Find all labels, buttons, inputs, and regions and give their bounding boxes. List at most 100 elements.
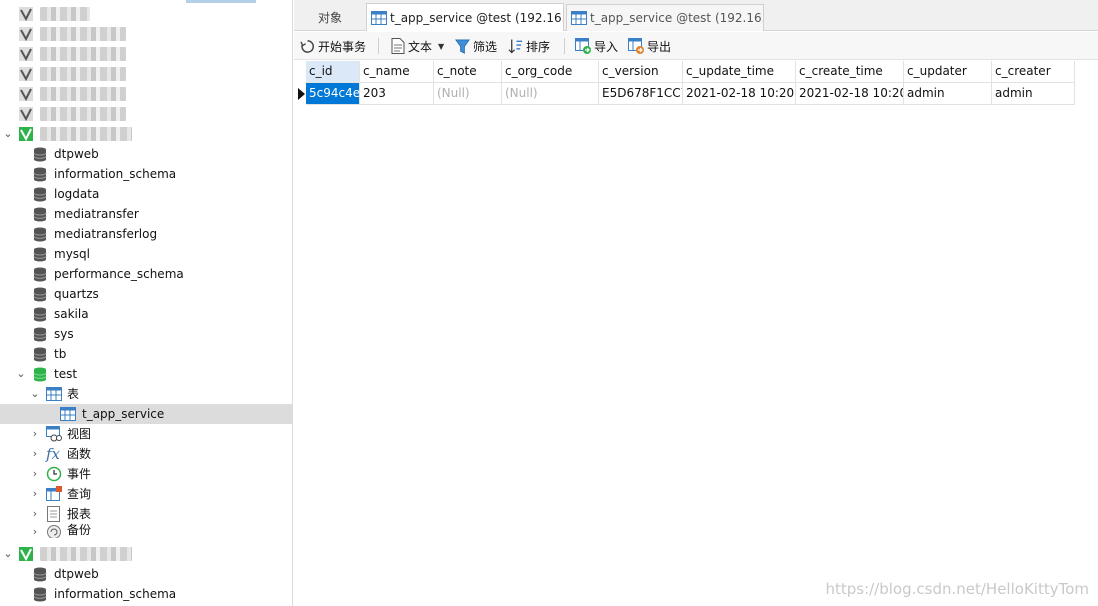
export-icon	[628, 38, 644, 54]
column-header[interactable]: c_id	[306, 61, 360, 83]
column-header[interactable]: c_name	[360, 61, 434, 83]
tree-folder-views[interactable]: › 视图	[0, 424, 292, 444]
tree-folder-backups[interactable]: › 备份	[0, 522, 292, 538]
tree-item-database[interactable]: sys	[0, 324, 292, 344]
table-group-icon	[46, 387, 62, 401]
chevron-down-icon[interactable]: ⌄	[2, 548, 14, 560]
tab-objects[interactable]: 对象	[294, 4, 366, 31]
chevron-right-icon[interactable]: ›	[29, 428, 41, 440]
tree-folder-label: 查询	[67, 487, 92, 501]
mysql-connection-icon	[19, 87, 33, 102]
export-button[interactable]: 导出	[628, 36, 671, 56]
database-label: information_schema	[54, 587, 177, 601]
database-icon	[33, 327, 47, 342]
grid-cell[interactable]: 2021-02-18 10:20:5	[683, 83, 796, 105]
tree-item-database[interactable]: information_schema	[0, 584, 292, 604]
tree-folder-functions[interactable]: › fx 函数	[0, 444, 292, 464]
navicat-window: ⌄ dtpweb information_schema logdata mediatr…	[0, 0, 1098, 606]
tree-item-database[interactable]: quartzs	[0, 284, 292, 304]
tree-folder-label: 函数	[67, 447, 92, 461]
column-header[interactable]: c_org_code	[502, 61, 599, 83]
tree-item-database[interactable]: information_schema	[0, 164, 292, 184]
tree-folder-reports[interactable]: › 报表	[0, 504, 292, 524]
column-header[interactable]: c_create_time	[796, 61, 904, 83]
tree-folder-queries[interactable]: › 查询	[0, 484, 292, 504]
chevron-right-icon[interactable]: ›	[29, 508, 41, 520]
column-header[interactable]: c_version	[599, 61, 683, 83]
chevron-down-icon[interactable]: ⌄	[29, 388, 41, 400]
database-icon	[33, 587, 47, 602]
tree-item-database[interactable]: ⌄ test	[0, 364, 292, 384]
tree-folder-tables[interactable]: ⌄ 表	[0, 384, 292, 404]
column-header[interactable]: c_update_time	[683, 61, 796, 83]
blurred-connection-name	[40, 47, 126, 61]
blurred-connection-name	[40, 7, 90, 21]
tab-table-inactive[interactable]: t_app_service @test (192.16...	[566, 4, 764, 31]
grid-cell[interactable]: 2021-02-18 10:20:	[796, 83, 904, 105]
connection-item[interactable]	[0, 64, 292, 84]
grid-cell[interactable]: admin	[904, 83, 992, 105]
chevron-right-icon[interactable]: ›	[29, 448, 41, 460]
import-button[interactable]: 导入	[575, 36, 618, 56]
tab-table-active[interactable]: t_app_service @test (192.16...	[366, 3, 564, 31]
toolbar-label: 排序	[526, 39, 551, 54]
tree-folder-events[interactable]: › 事件	[0, 464, 292, 484]
filter-button[interactable]: 筛选	[455, 36, 497, 56]
blurred-connection-name	[40, 67, 126, 81]
tree-item-database[interactable]: tb	[0, 344, 292, 364]
mysql-connection-icon	[19, 7, 33, 22]
tree-item-database[interactable]: dtpweb	[0, 144, 292, 164]
tree-folder-label: 备份	[67, 523, 92, 537]
tree-item-database[interactable]: mysql	[0, 244, 292, 264]
connection-item[interactable]	[0, 24, 292, 44]
blurred-connection-name	[40, 87, 126, 101]
grid-cell[interactable]: 203	[360, 83, 434, 105]
connection-item-expanded[interactable]: ⌄	[0, 124, 292, 144]
tree-item-table-t-app-service[interactable]: t_app_service	[0, 404, 292, 424]
mysql-connection-icon	[19, 47, 33, 62]
begin-transaction-button[interactable]: 开始事务	[300, 36, 366, 56]
toolbar-label: 导入	[594, 39, 619, 54]
grid-cell[interactable]: (Null)	[502, 83, 599, 105]
tree-table-label: t_app_service	[82, 407, 165, 421]
database-icon	[33, 227, 47, 242]
document-icon	[391, 38, 405, 54]
chevron-down-icon[interactable]: ⌄	[15, 368, 27, 380]
connection-tree[interactable]: ⌄ dtpweb information_schema logdata mediatr…	[0, 0, 293, 606]
function-icon: fx	[46, 445, 61, 463]
caret-down-icon[interactable]: ▼	[438, 42, 444, 51]
table-icon	[371, 10, 387, 25]
connection-item[interactable]	[0, 104, 292, 124]
tree-item-database[interactable]: performance_schema	[0, 264, 292, 284]
database-icon	[33, 267, 47, 282]
column-header[interactable]: c_updater	[904, 61, 992, 83]
grid-cell[interactable]: (Null)	[434, 83, 502, 105]
chevron-right-icon[interactable]: ›	[29, 468, 41, 480]
tree-item-database[interactable]: dtpweb	[0, 564, 292, 584]
blurred-connection-name	[40, 107, 126, 121]
chevron-right-icon[interactable]: ›	[29, 526, 41, 538]
tree-item-database[interactable]: logdata	[0, 184, 292, 204]
chevron-down-icon[interactable]: ⌄	[2, 128, 14, 140]
toolbar-label: 导出	[647, 39, 672, 54]
grid-cell[interactable]: 5c94c4ee	[306, 83, 360, 105]
text-view-button[interactable]: 文本 ▼	[391, 36, 444, 56]
database-icon	[33, 367, 47, 382]
tree-item-database[interactable]: sakila	[0, 304, 292, 324]
import-icon	[575, 38, 591, 54]
database-label: logdata	[54, 187, 100, 201]
tree-item-database[interactable]: mediatransferlog	[0, 224, 292, 244]
tree-item-database[interactable]: mediatransfer	[0, 204, 292, 224]
sort-button[interactable]: 排序	[508, 36, 550, 56]
grid-cell[interactable]: admin	[992, 83, 1075, 105]
chevron-right-icon[interactable]: ›	[29, 488, 41, 500]
grid-cell[interactable]: E5D678F1CC7	[599, 83, 683, 105]
connection-item[interactable]	[0, 44, 292, 64]
connection-item[interactable]	[0, 84, 292, 104]
tab-label: t_app_service @test (192.16...	[590, 11, 764, 25]
mysql-connection-open-icon	[19, 127, 33, 142]
connection-item-expanded[interactable]: ⌄	[0, 544, 292, 564]
column-header[interactable]: c_note	[434, 61, 502, 83]
column-header[interactable]: c_creater	[992, 61, 1075, 83]
connection-item[interactable]	[0, 4, 292, 24]
